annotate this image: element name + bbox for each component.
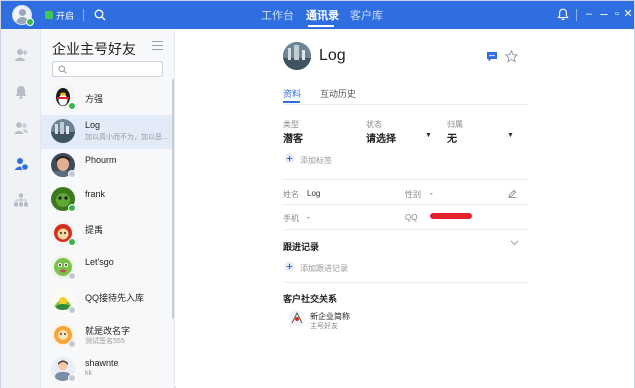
list-item[interactable]: frank <box>41 183 172 217</box>
list-item[interactable]: Phourm <box>41 149 172 183</box>
contact-name-heading: Log <box>319 47 346 64</box>
offline-status-icon <box>68 170 76 178</box>
edit-icon[interactable] <box>508 189 517 198</box>
list-item[interactable]: shawnte kk <box>41 353 172 387</box>
contact-name: Let'sgo <box>85 257 114 267</box>
online-status-icon <box>68 102 76 110</box>
top-bar: 开启 工作台 通讯录 客户库 – – ▫ ✕ <box>1 1 634 29</box>
app-window: 开启 工作台 通讯录 客户库 – – ▫ ✕ 企业主号好友 方强 Log 加以真… <box>0 0 635 388</box>
type-value[interactable]: 潜客 <box>283 130 303 145</box>
active-tab-indicator <box>283 101 300 103</box>
divider <box>576 9 577 21</box>
contact-signature: 测试签名555 <box>85 338 125 345</box>
offline-status-icon <box>68 306 76 314</box>
company-logo <box>289 310 305 326</box>
status-toggle-button[interactable]: 开启 <box>45 9 74 21</box>
customer-icon[interactable] <box>13 156 29 172</box>
list-item[interactable]: 方强 <box>41 81 172 115</box>
contact-name: frank <box>85 189 106 199</box>
owner-label: 归属 <box>447 120 463 129</box>
list-item[interactable]: 提禹 <box>41 217 172 251</box>
status-label: 状态 <box>366 120 382 129</box>
dropdown-caret-icon[interactable]: ▼ <box>425 132 432 139</box>
divider <box>283 204 528 205</box>
divider <box>283 179 528 180</box>
list-menu-icon[interactable] <box>152 41 163 50</box>
tab-profile[interactable]: 资料 <box>283 87 301 100</box>
tab-interaction-history[interactable]: 互动历史 <box>320 87 356 100</box>
contact-name: QQ接待先入库 <box>85 293 145 303</box>
chat-icon[interactable] <box>486 51 498 62</box>
add-followup-button[interactable]: 添加跟进记录 <box>300 263 348 274</box>
contact-avatar <box>283 42 311 70</box>
active-tab-indicator <box>308 25 334 27</box>
social-relation: 主号好友 <box>310 323 338 330</box>
contact-name: 方强 <box>85 94 104 104</box>
star-icon[interactable] <box>505 50 518 63</box>
search-icon[interactable] <box>94 9 106 21</box>
contact-name: Phourm <box>85 155 117 165</box>
contact-name: shawnte <box>85 358 119 368</box>
redacted-qq-value <box>430 213 472 219</box>
social-section-title: 客户社交关系 <box>283 294 338 304</box>
tab-workbench[interactable]: 工作台 <box>261 9 294 23</box>
list-item[interactable]: 就是改名字 测试签名555 <box>41 319 172 353</box>
contact-signature: kk <box>85 370 92 377</box>
contact-detail-panel: Log 资料 互动历史 类型 潜客 状态 请选择 ▼ 归属 无 ▼ 添加标签 姓… <box>176 29 634 388</box>
notification-bell-icon[interactable] <box>557 8 569 21</box>
close-icon[interactable]: ✕ <box>622 7 634 21</box>
online-status-icon <box>26 18 34 26</box>
contact-list-panel: 企业主号好友 方强 Log 加以真小而不为，加以恶... Phourm fran… <box>41 29 175 388</box>
phone-value[interactable]: - <box>307 213 310 222</box>
list-scrollbar[interactable] <box>172 79 174 319</box>
add-tag-button[interactable]: 添加标签 <box>300 155 332 166</box>
followup-section-title: 跟进记录 <box>283 242 320 252</box>
gender-label: 性别 <box>405 190 421 199</box>
minimize-icon[interactable]: – <box>598 7 610 21</box>
contact-signature: 加以真小而不为，加以恶... <box>85 134 168 141</box>
add-tag-icon[interactable] <box>284 153 295 164</box>
add-contact-icon[interactable] <box>13 47 29 63</box>
list-item[interactable]: QQ接待先入库 <box>41 285 172 319</box>
status-select[interactable]: 请选择 <box>366 130 396 145</box>
search-icon <box>58 65 67 74</box>
offline-status-icon <box>68 374 76 382</box>
flag-icon <box>45 11 53 19</box>
contact-avatar <box>51 119 75 143</box>
dropdown-caret-icon[interactable]: ▼ <box>507 132 514 139</box>
status-label: 开启 <box>56 10 75 21</box>
bell-icon[interactable] <box>13 84 29 100</box>
chevron-down-icon[interactable] <box>510 240 519 246</box>
org-chart-icon[interactable] <box>13 192 29 208</box>
group-icon[interactable] <box>13 120 29 136</box>
list-item[interactable]: Let'sgo <box>41 251 172 285</box>
phone-label: 手机 <box>283 214 299 223</box>
menu-icon[interactable]: – <box>583 7 595 21</box>
qq-label: QQ <box>405 213 418 222</box>
owner-select[interactable]: 无 <box>447 130 457 145</box>
type-label: 类型 <box>283 120 299 129</box>
nav-rail <box>1 29 41 388</box>
name-value[interactable]: Log <box>307 189 320 198</box>
add-followup-icon[interactable] <box>284 261 295 272</box>
online-status-icon <box>68 204 76 212</box>
contact-name: 提禹 <box>85 225 104 235</box>
offline-status-icon <box>68 340 76 348</box>
contact-search-input[interactable] <box>52 61 163 77</box>
divider <box>83 9 84 21</box>
list-title: 企业主号好友 <box>52 41 136 57</box>
tab-customer-library[interactable]: 客户库 <box>350 9 383 23</box>
gender-value[interactable]: - <box>430 189 433 198</box>
divider <box>283 104 528 105</box>
name-label: 姓名 <box>283 190 299 199</box>
tab-contacts[interactable]: 通讯录 <box>306 9 339 23</box>
offline-status-icon <box>68 272 76 280</box>
contact-name: Log <box>85 120 101 130</box>
online-status-icon <box>68 238 76 246</box>
list-item[interactable]: Log 加以真小而不为，加以恶... <box>41 115 172 149</box>
divider <box>283 282 528 283</box>
divider <box>283 229 528 230</box>
